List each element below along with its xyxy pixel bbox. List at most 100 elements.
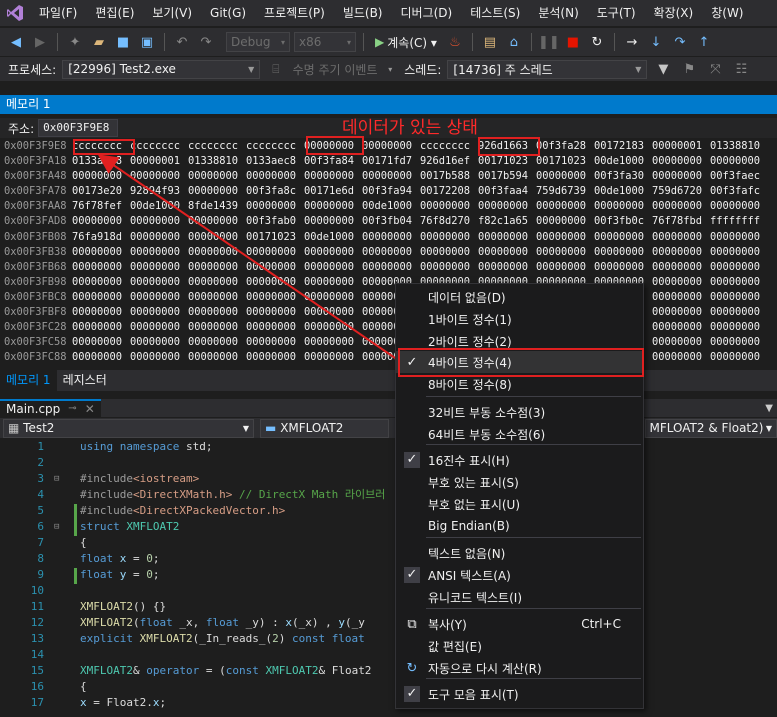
memory-cell[interactable]: 00000000 <box>650 260 708 275</box>
step-into-icon[interactable]: ↓ <box>646 32 666 52</box>
memory-cell[interactable]: 00000000 <box>244 275 302 290</box>
memory-cell[interactable]: 00000000 <box>708 305 766 320</box>
memory-cell[interactable]: 00000000 <box>708 335 766 350</box>
memory-cell[interactable]: 00f3fb04 <box>360 214 418 229</box>
memory-cell[interactable]: 00000000 <box>302 169 360 184</box>
memory-cell[interactable]: 00000000 <box>418 199 476 214</box>
forward-icon[interactable]: ▶ <box>30 32 50 52</box>
menu-item[interactable]: 빌드(B) <box>334 0 392 26</box>
memory-cell[interactable]: 00000000 <box>476 199 534 214</box>
memory-cell[interactable]: 00000000 <box>708 199 766 214</box>
context-menu-item[interactable]: ✓ 16진수 표시(H) <box>396 449 643 471</box>
code-line[interactable]: 5 #include<DirectXPackedVector.h> <box>0 503 777 519</box>
memory-cell[interactable]: 759d6739 <box>534 184 592 199</box>
memory-cell[interactable]: 00000000 <box>650 305 708 320</box>
menu-item[interactable]: 디버그(D) <box>392 0 462 26</box>
memory-cell[interactable]: 00000000 <box>70 350 128 365</box>
collapse-icon[interactable]: ⊟ <box>54 471 59 487</box>
show-next-statement-icon[interactable]: → <box>622 32 642 52</box>
memory-cell[interactable]: 00172208 <box>418 184 476 199</box>
memory-cell[interactable]: 00000000 <box>186 260 244 275</box>
memory-cell[interactable]: 00000000 <box>708 350 766 365</box>
memory-cell[interactable]: 00000000 <box>592 260 650 275</box>
memory-cell[interactable]: 00000000 <box>534 214 592 229</box>
memory-cell[interactable]: 00000000 <box>302 350 360 365</box>
configuration-select[interactable]: Debug ▾ <box>226 32 290 52</box>
context-menu-item[interactable]: 32비트 부동 소수점(3) <box>396 401 643 423</box>
redo-icon[interactable]: ↷ <box>196 32 216 52</box>
memory-cell[interactable]: 00000000 <box>708 275 766 290</box>
memory-cell[interactable]: 00000000 <box>128 350 186 365</box>
memory-cell[interactable]: 00f3faa4 <box>476 184 534 199</box>
memory-cell[interactable]: 00000000 <box>186 335 244 350</box>
memory-cell[interactable]: 00000000 <box>360 245 418 260</box>
memory-cell[interactable]: 00f3fa94 <box>360 184 418 199</box>
memory-cell[interactable]: 00000000 <box>360 230 418 245</box>
tab-registers[interactable]: 레지스터 <box>57 370 113 391</box>
memory-cell[interactable]: 00f3fafc <box>708 184 766 199</box>
undo-icon[interactable]: ↶ <box>172 32 192 52</box>
memory-cell[interactable]: 00000000 <box>360 260 418 275</box>
memory-cell[interactable]: 00f3fa84 <box>302 154 360 169</box>
memory-cell[interactable]: 00000000 <box>708 230 766 245</box>
restart-icon[interactable]: ↻ <box>587 32 607 52</box>
hot-reload-icon[interactable]: ♨ <box>445 32 465 52</box>
code-line[interactable]: 2 <box>0 455 777 471</box>
memory-cell[interactable]: 00171fd7 <box>360 154 418 169</box>
memory-cell[interactable]: 00de1000 <box>592 154 650 169</box>
code-line[interactable]: 11 XMFLOAT2() {} <box>0 599 777 615</box>
menu-item[interactable]: 테스트(S) <box>461 0 529 26</box>
code-line[interactable]: 10 <box>0 583 777 599</box>
memory-cell[interactable]: 00000000 <box>244 290 302 305</box>
memory-cell[interactable]: 00000000 <box>128 305 186 320</box>
context-menu-item[interactable]: Big Endian(B) <box>396 515 643 537</box>
memory-cell[interactable]: 926d16ef <box>418 154 476 169</box>
memory-cell[interactable]: 00172183 <box>592 139 650 154</box>
code-line[interactable]: 14 <box>0 647 777 663</box>
memory-cell[interactable]: 00000000 <box>360 169 418 184</box>
memory-cell[interactable]: 00000000 <box>476 260 534 275</box>
memory-cell[interactable]: 00000000 <box>70 260 128 275</box>
memory-cell[interactable]: 00000000 <box>302 320 360 335</box>
thread-select[interactable]: [14736] 주 스레드 ▼ <box>447 59 648 79</box>
window-layout-icon[interactable]: ⌂ <box>504 32 524 52</box>
continue-button[interactable]: ▶ 계속(C) ▾ <box>371 34 441 51</box>
memory-cell[interactable]: 00000000 <box>708 260 766 275</box>
memory-cell[interactable]: 0017b588 <box>418 169 476 184</box>
scope-select[interactable]: ▬ XMFLOAT2 <box>260 418 389 438</box>
memory-cell[interactable]: 00171023 <box>244 230 302 245</box>
tab-memory-1[interactable]: 메모리 1 <box>0 370 57 391</box>
memory-cell[interactable]: 00000000 <box>302 305 360 320</box>
memory-cell[interactable]: cccccccc <box>128 139 186 154</box>
memory-cell[interactable]: 00000000 <box>186 184 244 199</box>
memory-cell[interactable]: 00000000 <box>128 245 186 260</box>
menu-item[interactable]: 분석(N) <box>529 0 587 26</box>
memory-cell[interactable]: 00000000 <box>186 290 244 305</box>
memory-cell[interactable]: 00173e20 <box>70 184 128 199</box>
memory-cell[interactable]: 76f78fef <box>70 199 128 214</box>
memory-cell[interactable]: 00000000 <box>244 305 302 320</box>
memory-cell[interactable]: 00000000 <box>418 245 476 260</box>
memory-cell[interactable]: 01338810 <box>186 154 244 169</box>
platform-select[interactable]: x86 ▾ <box>294 32 356 52</box>
member-select[interactable]: MFLOAT2 & Float2) ▼ <box>644 418 777 438</box>
memory-cell[interactable]: 00000000 <box>592 245 650 260</box>
menu-item[interactable]: 창(W) <box>702 0 752 26</box>
memory-cell[interactable]: 00000000 <box>128 214 186 229</box>
stop-icon[interactable]: ■ <box>563 32 583 52</box>
code-line[interactable]: 6 ⊟ struct XMFLOAT2 <box>0 519 777 535</box>
memory-cell[interactable]: 00000001 <box>650 139 708 154</box>
memory-cell[interactable]: 0133aec8 <box>244 154 302 169</box>
memory-cell[interactable]: 00000000 <box>186 350 244 365</box>
memory-cell[interactable]: 00000000 <box>650 290 708 305</box>
code-line[interactable]: 8 float x = 0; <box>0 551 777 567</box>
code-line[interactable]: 17 x = Float2.x; <box>0 695 777 711</box>
memory-cell[interactable]: ffffffff <box>708 214 766 229</box>
close-icon[interactable]: ✕ <box>85 400 95 418</box>
context-menu-item[interactable]: ↻ 자동으로 다시 계산(R) <box>396 657 643 679</box>
memory-cell[interactable]: 0017b594 <box>476 169 534 184</box>
memory-window-title[interactable]: 메모리 1 <box>0 95 777 114</box>
memory-cell[interactable]: 00000000 <box>70 275 128 290</box>
memory-cell[interactable]: 00000000 <box>244 320 302 335</box>
code-line[interactable]: 4 #include<DirectXMath.h> // DirectX Math… <box>0 487 777 503</box>
